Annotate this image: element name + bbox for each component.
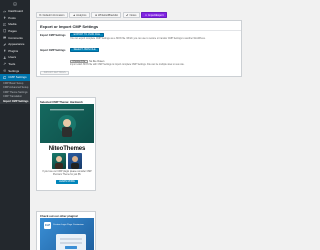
sidebar-item-media[interactable]: Media (0, 21, 30, 28)
panel-title: Export or Import CMP Settings (40, 24, 99, 29)
tab-label: Whitelist/Blacklist (98, 13, 119, 17)
sidebar-item-users[interactable]: Users (0, 54, 30, 61)
sidebar-item-label: Pages (8, 29, 17, 34)
wrench-icon (3, 62, 6, 66)
sidebar-item-dashboard[interactable]: Dashboard (0, 8, 30, 15)
portrait-image (52, 153, 66, 169)
info-icon (39, 13, 42, 17)
sidebar-submenu: CMP Basic Setup CMP Advanced Setup CMP The… (0, 80, 30, 105)
import-label: Import CMP Settings (40, 48, 66, 52)
sidebar-item-label: Tools (8, 62, 16, 67)
sidebar-item-label: Appearance (8, 42, 25, 47)
export-json-button[interactable]: EXPORT TO JSON FILE (70, 32, 104, 37)
tab-notes[interactable]: Notes (123, 12, 140, 18)
comment-icon (2, 36, 6, 40)
tab-label: Import/Export (147, 13, 164, 17)
tab-label: Analytics (76, 13, 87, 17)
sidebar-item-settings[interactable]: Settings (0, 67, 30, 74)
plugin-icon (3, 49, 6, 53)
user-icon (3, 56, 6, 59)
edit-icon (126, 14, 129, 16)
file-status: No file chosen (89, 59, 105, 63)
settings-icon (2, 69, 6, 72)
list-icon (94, 14, 97, 16)
sidebar-item-appearance[interactable]: Appearance (0, 41, 30, 48)
tab-label: Default Information (42, 13, 65, 17)
tab-default-information[interactable]: Default Information (36, 12, 68, 18)
page-icon (2, 29, 6, 33)
import-description: Import valid JSON file with CMP Settings… (70, 63, 185, 66)
import-settings-button[interactable]: IMPORT SETTINGS (40, 70, 70, 75)
sidebar-item-label: Media (8, 22, 17, 27)
portrait-image (68, 153, 82, 169)
cmp-icon (2, 76, 6, 79)
export-description: You can export complete CMP Settings as … (70, 38, 206, 40)
sidebar-item-label: Posts (8, 15, 16, 20)
tab-import-export[interactable]: Import/Export (141, 12, 167, 18)
sidebar-item-plugins[interactable]: Plugins (0, 48, 30, 55)
sidebar-item-label: Dashboard (8, 9, 23, 14)
clp-logo: CLP (44, 222, 51, 229)
file-input[interactable]: Choose File No file chosen (70, 59, 105, 63)
brand-name: NiteoThemes (48, 146, 86, 152)
sidebar-item-comments[interactable]: Comments (0, 34, 30, 41)
main-content: Default Information Analytics Whitelist/Bl… (30, 0, 250, 250)
import-export-icon (144, 14, 147, 16)
theme-preview-image[interactable] (40, 104, 94, 143)
select-json-button[interactable]: SELECT JSON FILE (70, 47, 100, 52)
chart-icon (72, 14, 75, 16)
sidebar-item-posts[interactable]: Posts (0, 15, 30, 22)
pin-icon (3, 16, 6, 20)
sidebar-item-label: Comments (8, 35, 23, 40)
tab-analytics[interactable]: Analytics (69, 12, 90, 18)
featured-theme-card: Selected CMP Theme: Hardwork NiteoThemes… (36, 97, 96, 191)
media-icon (2, 23, 6, 26)
sidebar-item-tools[interactable]: Tools (0, 61, 30, 68)
dashboard-icon (2, 10, 6, 13)
wordpress-logo-icon[interactable]: W (0, 0, 30, 8)
sidebar-item-label: Plugins (8, 48, 19, 53)
sidebar-item-label: CMP Settings (8, 75, 27, 80)
sidebar-item-pages[interactable]: Pages (0, 28, 30, 35)
brush-icon (3, 42, 6, 46)
sidebar-item-label: Settings (8, 68, 20, 73)
admin-sidebar: W Dashboard Posts Media Pages Comments Appear… (0, 0, 30, 250)
settings-tabs: Default Information Analytics Whitelist/Bl… (36, 12, 167, 18)
tab-label: Notes (129, 13, 137, 17)
learn-more-button[interactable]: LEARN MORE (56, 179, 78, 184)
export-import-panel: Export or Import CMP Settings Export CMP… (36, 19, 242, 77)
export-label: Export CMP Settings (40, 33, 66, 37)
featured-theme-description: If you love our CMP plugin please consid… (42, 171, 92, 176)
choose-file-button[interactable]: Choose File (70, 59, 88, 63)
clp-banner-image[interactable]: CLP Custom Login Page Customizer (40, 218, 94, 250)
tab-whitelist-blacklist[interactable]: Whitelist/Blacklist (91, 12, 122, 18)
clp-banner-caption: Custom Login Page Customizer (53, 224, 84, 226)
other-plugins-card: Check out our other plugins! CLP Custom … (36, 211, 96, 250)
sidebar-item-label: Users (8, 55, 17, 60)
sidebar-item-cmp-settings[interactable]: CMP Settings (0, 73, 30, 81)
submenu-item[interactable]: Import CMP Settings (0, 99, 30, 103)
